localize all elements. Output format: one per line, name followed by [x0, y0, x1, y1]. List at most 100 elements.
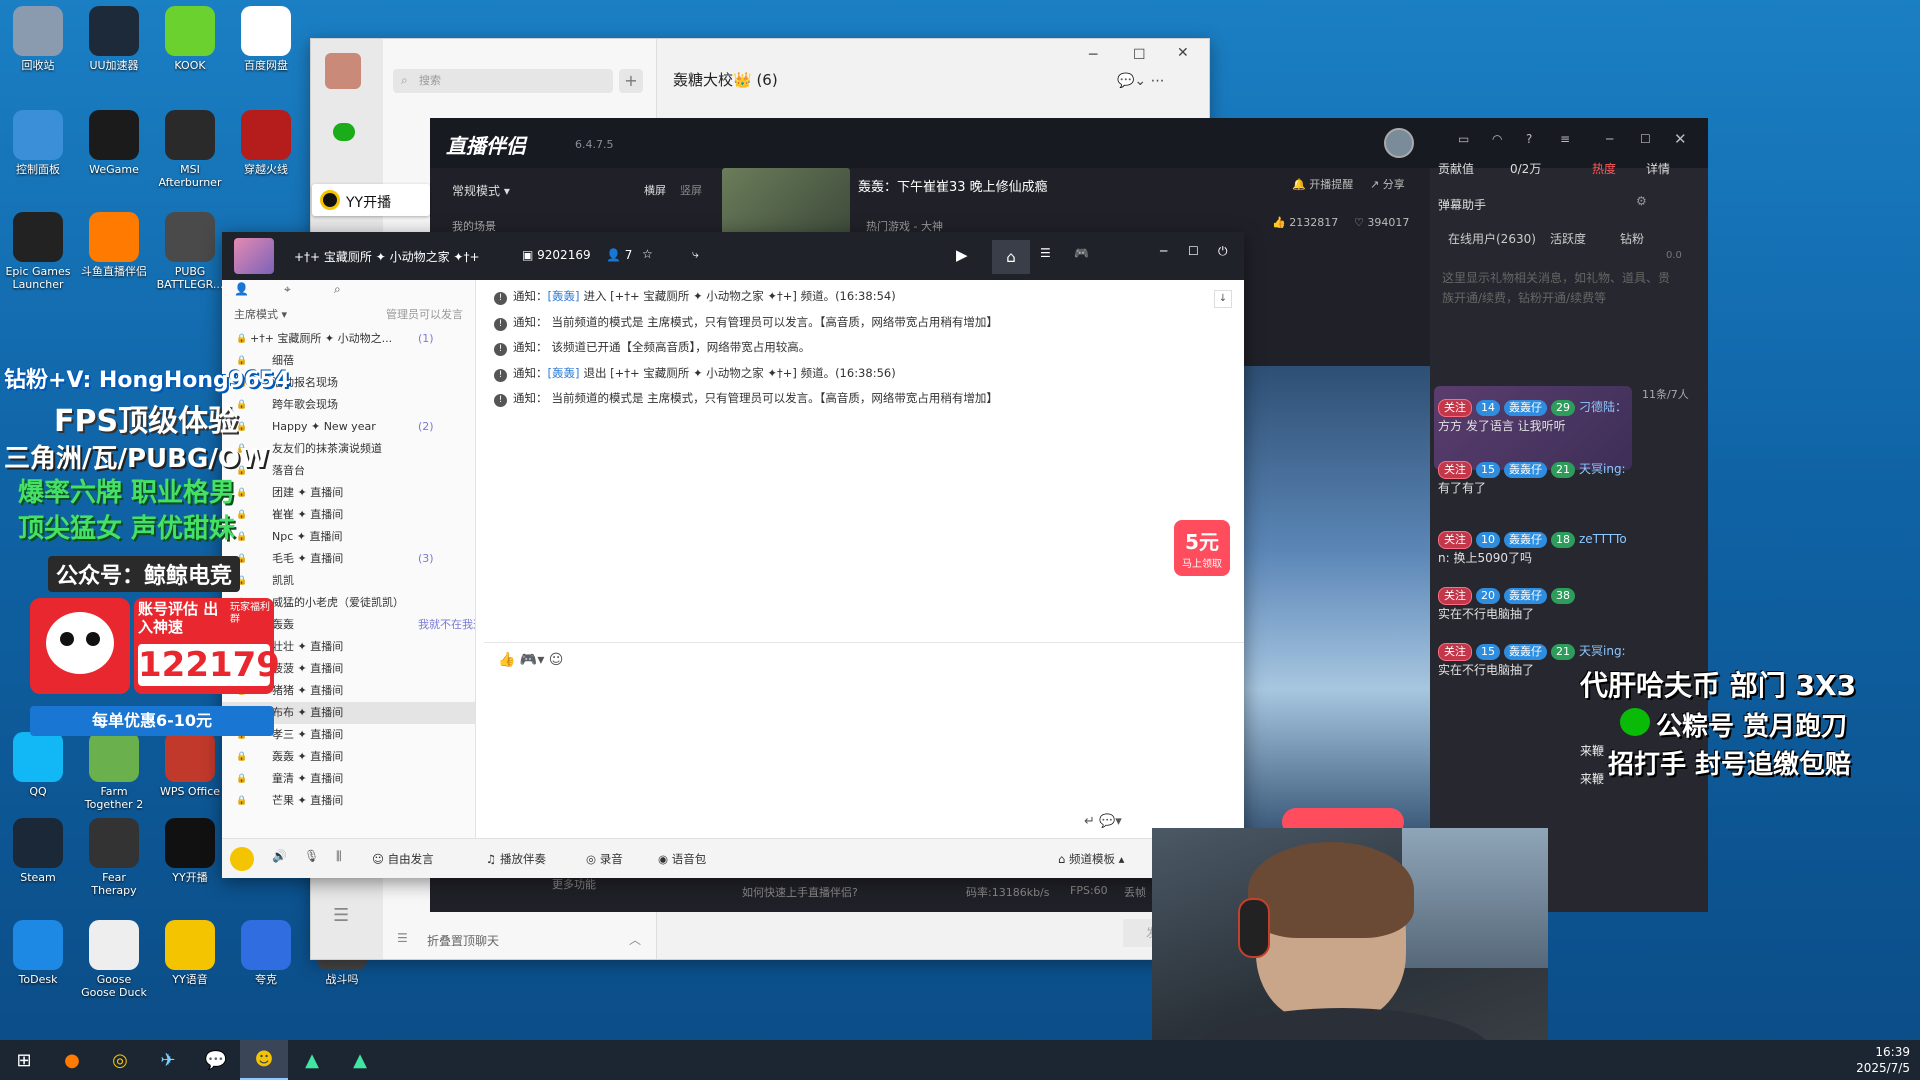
desktop-icon[interactable]: Steam [2, 818, 74, 884]
channel-tree-item[interactable]: 🔒 跨年歌会现场 [222, 394, 475, 416]
minimize-icon[interactable]: ─ [1606, 132, 1613, 146]
taskbar-msi-icon[interactable]: ✈ [144, 1040, 192, 1080]
notice-user[interactable]: [轰轰] [548, 289, 580, 303]
user-icon[interactable]: 👤 [234, 282, 249, 296]
portrait-toggle[interactable]: 竖屏 [680, 182, 702, 198]
desktop-icon[interactable]: YY语音 [154, 920, 226, 986]
channel-tree-item[interactable]: 🔒 凯凯 [222, 570, 475, 592]
message-input[interactable] [484, 676, 1244, 806]
tab-diamond-fans[interactable]: 钻粉 [1620, 230, 1644, 247]
desktop-icon[interactable]: PUBG BATTLEGR... [154, 212, 226, 291]
channel-avatar[interactable] [234, 238, 274, 274]
desktop-icon[interactable]: YY开播 [154, 818, 226, 884]
share-icon[interactable]: ⤷ [692, 247, 699, 262]
volume-icon[interactable]: 🔊 [272, 849, 287, 863]
taskbar-yy-live-icon[interactable]: ◎ [96, 1040, 144, 1080]
close-icon[interactable]: ✕ [1674, 130, 1687, 148]
free-speak-button[interactable]: ☺ 自由发言 [372, 851, 434, 867]
channel-tree-item[interactable]: 🔒 芒果 ✦ 直播间 [222, 790, 475, 812]
desktop-icon[interactable]: Goose Goose Duck [78, 920, 150, 999]
menu-icon[interactable]: ☰ [333, 905, 349, 926]
add-button[interactable]: + [619, 69, 643, 93]
search-icon[interactable]: ⌕ [334, 282, 341, 297]
taskbar-yy-voice-icon[interactable]: ☻ [240, 1040, 288, 1080]
minimize-icon[interactable]: ─ [1160, 244, 1167, 258]
channel-tree-item[interactable]: 🔒 崔崔 ✦ 直播间 [222, 504, 475, 526]
desktop-icon[interactable]: 控制面板 [2, 110, 74, 176]
desktop-icon[interactable]: 夸克 [230, 920, 302, 986]
maximize-icon[interactable]: ☐ [1188, 244, 1199, 258]
avatar[interactable] [325, 53, 361, 89]
chevron-up-icon[interactable]: ︿ [629, 931, 641, 948]
scroll-down-button[interactable]: ↓ [1214, 290, 1232, 308]
taskbar-douyu-icon[interactable]: ● [48, 1040, 96, 1080]
voice-pack-button[interactable]: ◉ 语音包 [658, 851, 706, 867]
list-icon[interactable]: ☰ [1040, 246, 1051, 260]
channel-tree-item[interactable]: 🔒 童清 ✦ 直播间 [222, 768, 475, 790]
chat-username[interactable]: 刁德陆： [1579, 400, 1627, 414]
channel-tree-item[interactable]: 🔒 Happy ✦ New year (2) [222, 416, 475, 438]
desktop-icon[interactable]: WeGame [78, 110, 150, 176]
minimize-icon[interactable]: ─ [1089, 47, 1097, 63]
coupon-badge[interactable]: 5元 马上领取 [1174, 520, 1230, 576]
message-icon[interactable]: ▭ [1458, 132, 1469, 146]
share-button[interactable]: ↗ 分享 [1370, 176, 1405, 192]
detail-link[interactable]: 详情 [1646, 160, 1670, 177]
taskbar-wechat-icon[interactable]: 💬 [192, 1040, 240, 1080]
help-link[interactable]: 如何快速上手直播伴侣? [742, 884, 858, 900]
desktop-icon[interactable]: 回收站 [2, 6, 74, 72]
chat-username[interactable]: 天冥ing: [1579, 644, 1626, 658]
mode-select[interactable]: 主席模式 ▾ [234, 306, 287, 322]
fold-chat-row[interactable]: ☰ 折叠置顶聊天 ︿ [383, 923, 657, 959]
desktop-icon[interactable]: QQ [2, 732, 74, 798]
record-button[interactable]: ◎ 录音 [586, 851, 623, 867]
channel-tree-item[interactable]: 🔒 轰轰 ✦ 直播间 [222, 746, 475, 768]
tab-online-users[interactable]: 在线用户(2630) [1448, 230, 1536, 247]
location-icon[interactable]: ⌖ [284, 282, 291, 297]
menu-icon[interactable]: ≡ [1560, 132, 1570, 146]
stream-cover[interactable] [722, 168, 850, 238]
channel-tree-item[interactable]: 🔒 团建 ✦ 直播间 [222, 482, 475, 504]
chat-username[interactable]: zeTTTTo [1579, 532, 1627, 546]
power-icon[interactable]: ⏻ [1218, 244, 1228, 259]
more-features[interactable]: 更多功能 [552, 876, 596, 892]
desktop-icon[interactable]: Farm Together 2 [78, 732, 150, 811]
help-icon[interactable]: ? [1526, 132, 1532, 146]
desktop-icon[interactable]: WPS Office [154, 732, 226, 798]
chat-options-icon[interactable]: 💬⌄ ⋯ [1117, 73, 1165, 89]
gamepad-icon[interactable]: 🎮 [1074, 246, 1089, 260]
start-button[interactable]: ⊞ [0, 1040, 48, 1080]
landscape-toggle[interactable]: 横屏 [644, 182, 666, 198]
channel-template-button[interactable]: ⌂ 频道模板 ▴ [1058, 851, 1124, 867]
mic-icon[interactable]: 🎙 [304, 849, 319, 863]
mode-select[interactable]: 常规模式 ▾ [452, 182, 510, 199]
desktop-icon[interactable]: ToDesk [2, 920, 74, 986]
remind-button[interactable]: 🔔 开播提醒 [1292, 176, 1353, 192]
taskbar-companion-icon[interactable]: ▲ [288, 1040, 336, 1080]
channel-tree-item[interactable]: 🔒 毛毛 ✦ 直播间 (3) [222, 548, 475, 570]
channel-tree-item[interactable]: 🔒 Npc ✦ 直播间 [222, 526, 475, 548]
close-icon[interactable]: ✕ [1177, 45, 1189, 61]
yy-live-badge[interactable]: YY开播 [312, 184, 430, 216]
send-options[interactable]: ↵ 💬▾ [1084, 814, 1122, 829]
mixer-icon[interactable]: ⫼ [336, 849, 342, 864]
desktop-icon[interactable]: 斗鱼直播伴侣 [78, 212, 150, 278]
taskbar-companion-icon-2[interactable]: ▲ [336, 1040, 384, 1080]
desktop-icon[interactable]: 百度网盘 [230, 6, 302, 72]
desktop-icon[interactable]: UU加速器 [78, 6, 150, 72]
settings-icon[interactable]: ⚙ [1636, 194, 1647, 208]
desktop-icon[interactable]: Epic Games Launcher [2, 212, 74, 291]
avatar[interactable] [1384, 128, 1414, 158]
home-icon[interactable]: ⌂ [992, 240, 1030, 274]
tab-activity[interactable]: 活跃度 [1550, 230, 1586, 247]
search-input[interactable]: 搜索 [393, 69, 613, 93]
desktop-icon[interactable]: 穿越火线 [230, 110, 302, 176]
maximize-icon[interactable]: ☐ [1133, 47, 1146, 63]
maximize-icon[interactable]: ☐ [1640, 132, 1651, 146]
channel-tree-item[interactable]: 🔒 +†+ 宝藏厕所 ✦ 小动物之... (1) [222, 328, 475, 350]
system-clock[interactable]: 16:39 2025/7/5 [1856, 1044, 1910, 1076]
input-tools[interactable]: 👍 🎮▾ ☺ [498, 652, 563, 668]
play-music-button[interactable]: ♫ 播放伴奏 [486, 851, 546, 867]
video-icon[interactable]: ▶ [956, 246, 968, 264]
desktop-icon[interactable]: Fear Therapy [78, 818, 150, 897]
